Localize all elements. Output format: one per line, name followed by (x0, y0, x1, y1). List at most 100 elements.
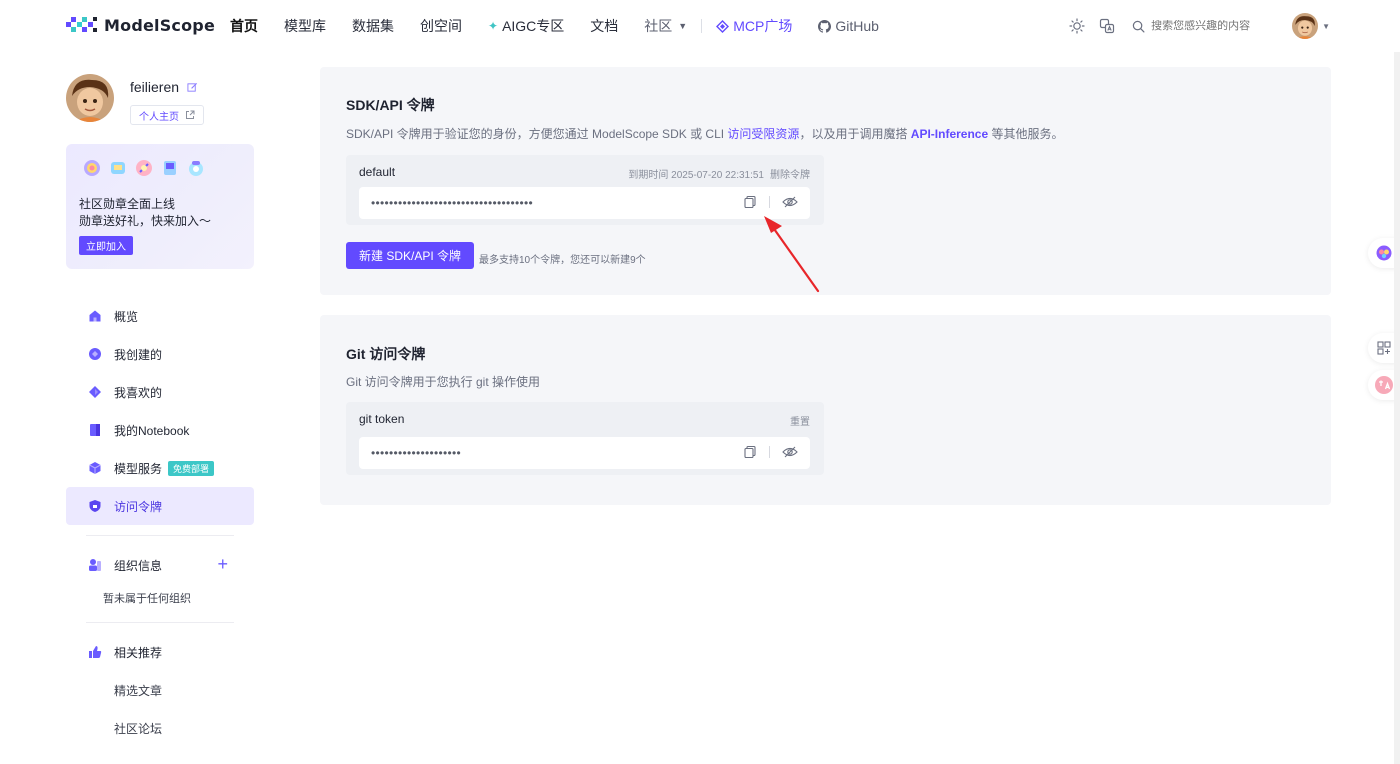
nav-mcp[interactable]: MCP广场 (716, 16, 792, 36)
edit-icon[interactable] (187, 82, 198, 93)
badge-icon (134, 158, 154, 178)
personal-home-button[interactable]: 个人主页 (130, 105, 204, 125)
username: feilieren (130, 79, 198, 95)
new-sdk-token-button[interactable]: 新建 SDK/API 令牌 (346, 242, 475, 269)
git-panel-title: Git 访问令牌 (346, 346, 426, 362)
org-info-header: 组织信息 + (66, 546, 254, 584)
search-icon (1132, 20, 1145, 32)
nav-github-label: GitHub (835, 18, 879, 34)
action-divider (769, 196, 770, 208)
sdk-token-name: default (359, 165, 396, 179)
add-org-icon[interactable]: + (217, 555, 228, 573)
nav-docs[interactable]: 文档 (590, 16, 618, 36)
shield-icon (88, 499, 102, 513)
sidebar-divider (86, 535, 234, 536)
badge-icon (160, 158, 180, 178)
nav-models[interactable]: 模型库 (284, 16, 326, 36)
brand-name: ModelScope (104, 15, 216, 35)
git-token-field[interactable]: •••••••••••••••••••• (359, 437, 810, 469)
cube-icon (88, 461, 102, 475)
sidebar-item-model-service[interactable]: 模型服务 免费部署 (66, 449, 254, 487)
copy-icon[interactable] (743, 445, 757, 459)
sdk-token-masked: •••••••••••••••••••••••••••••••••••• (371, 196, 534, 210)
search-input[interactable] (1151, 20, 1262, 32)
nav-home[interactable]: 首页 (230, 16, 258, 36)
badge-promo-card: 社区勋章全面上线 勋章送好礼，快来加入～ 立即加入 (66, 144, 254, 269)
chevron-down-icon[interactable]: ▼ (1322, 22, 1330, 31)
sidebar: feilieren 个人主页 社区勋章全面上线 勋章送好礼，快来加入～ 立即加入… (66, 66, 254, 747)
main-nav: 首页 模型库 数据集 创空间 ✦ AIGC专区 文档 社区 ▼ MCP广场 Gi… (230, 0, 905, 52)
related-header: 相关推荐 (66, 633, 254, 671)
home-icon (88, 309, 102, 323)
theme-sun-icon[interactable] (1068, 17, 1086, 35)
sidebar-menu: 概览 我创建的 我喜欢的 我的Notebook 模型服务 免费部署 访问令牌 (66, 297, 254, 525)
username-text: feilieren (130, 79, 180, 95)
community-forum-link[interactable]: 社区论坛 (66, 709, 254, 747)
liked-icon (88, 385, 102, 399)
avatar[interactable] (66, 74, 114, 122)
sidebar-item-label: 我创建的 (114, 347, 163, 362)
nav-studios[interactable]: 创空间 (420, 16, 462, 36)
api-inference-link[interactable]: API-Inference (911, 127, 988, 141)
git-token-panel: Git 访问令牌 Git 访问令牌用于您执行 git 操作使用 git toke… (320, 315, 1331, 505)
sdk-panel-title: SDK/API 令牌 (346, 97, 435, 113)
chevron-down-icon: ▼ (678, 21, 688, 31)
copy-icon[interactable] (743, 195, 757, 209)
brain-icon (1376, 245, 1392, 261)
delete-token-link[interactable]: 删除令牌 (770, 166, 810, 181)
restricted-resources-link[interactable]: 访问受限资源 (727, 127, 799, 141)
badge-card-line1: 社区勋章全面上线 (79, 197, 176, 211)
badge-icon (108, 158, 128, 178)
git-panel-description: Git 访问令牌用于您执行 git 操作使用 (346, 375, 541, 389)
sdk-desc-mid: ，以及用于调用魔搭 (799, 127, 911, 141)
page-scrollbar[interactable] (1394, 52, 1400, 764)
git-token-card: git token 重置 •••••••••••••••••••• (346, 402, 824, 475)
sidebar-item-liked[interactable]: 我喜欢的 (66, 373, 254, 411)
sdk-token-meta: 到期时间 2025-07-20 22:31:51 删除令牌 (628, 166, 810, 181)
sidebar-item-overview[interactable]: 概览 (66, 297, 254, 335)
nav-divider (701, 19, 703, 33)
sidebar-item-notebook[interactable]: 我的Notebook (66, 411, 254, 449)
personal-home-label: 个人主页 (139, 111, 179, 123)
sidebar-item-created[interactable]: 我创建的 (66, 335, 254, 373)
org-info-title: 组织信息 (114, 558, 163, 573)
modelscope-logo[interactable]: ModelScope (66, 15, 215, 35)
action-divider (769, 446, 770, 458)
reset-token-link[interactable]: 重置 (790, 413, 810, 428)
nav-aigc[interactable]: ✦ AIGC专区 (488, 16, 564, 36)
git-token-masked: •••••••••••••••••••• (371, 446, 462, 460)
top-nav-bar: ModelScope 首页 模型库 数据集 创空间 ✦ AIGC专区 文档 社区… (0, 0, 1400, 52)
sidebar-item-access-tokens[interactable]: 访问令牌 (66, 487, 254, 525)
sidebar-item-label: 我的Notebook (114, 423, 190, 438)
nav-github[interactable]: GitHub (818, 18, 879, 34)
sdk-token-actions (743, 195, 798, 209)
nav-datasets[interactable]: 数据集 (352, 16, 394, 36)
token-limit-hint: 最多支持10个令牌，您还可以新建9个 (479, 255, 646, 266)
translate-icon (1375, 376, 1393, 394)
github-icon (818, 19, 832, 33)
sidebar-item-label: 模型服务 (114, 461, 163, 476)
search-box[interactable] (1132, 20, 1272, 33)
user-avatar-small[interactable] (1292, 13, 1319, 39)
sdk-desc-prefix: SDK/API 令牌用于验证您的身份，方便您通过 ModelScope SDK … (346, 127, 728, 141)
created-icon (88, 347, 102, 361)
eye-off-icon[interactable] (782, 195, 798, 209)
nav-community[interactable]: 社区 ▼ (644, 16, 687, 36)
external-link-icon (186, 110, 195, 119)
badge-card-line2: 勋章送好礼，快来加入～ (79, 214, 212, 228)
free-deploy-badge: 免费部署 (168, 460, 215, 476)
sdk-desc-suffix: 等其他服务。 (988, 127, 1064, 141)
git-token-actions (743, 445, 798, 459)
eye-off-icon[interactable] (782, 445, 798, 459)
related-title: 相关推荐 (114, 645, 163, 660)
sparkle-icon: ✦ (488, 19, 499, 33)
featured-articles-link[interactable]: 精选文章 (66, 671, 254, 709)
language-switch-icon[interactable] (1098, 17, 1116, 35)
git-token-name: git token (359, 412, 405, 426)
badge-icon (186, 158, 206, 178)
header-tools: ▼ (1068, 0, 1400, 52)
sdk-token-field[interactable]: •••••••••••••••••••••••••••••••••••• (359, 187, 810, 219)
sdk-token-panel: SDK/API 令牌 SDK/API 令牌用于验证您的身份，方便您通过 Mode… (320, 67, 1331, 295)
sidebar-item-label: 访问令牌 (114, 499, 163, 514)
join-now-button[interactable]: 立即加入 (79, 236, 133, 255)
